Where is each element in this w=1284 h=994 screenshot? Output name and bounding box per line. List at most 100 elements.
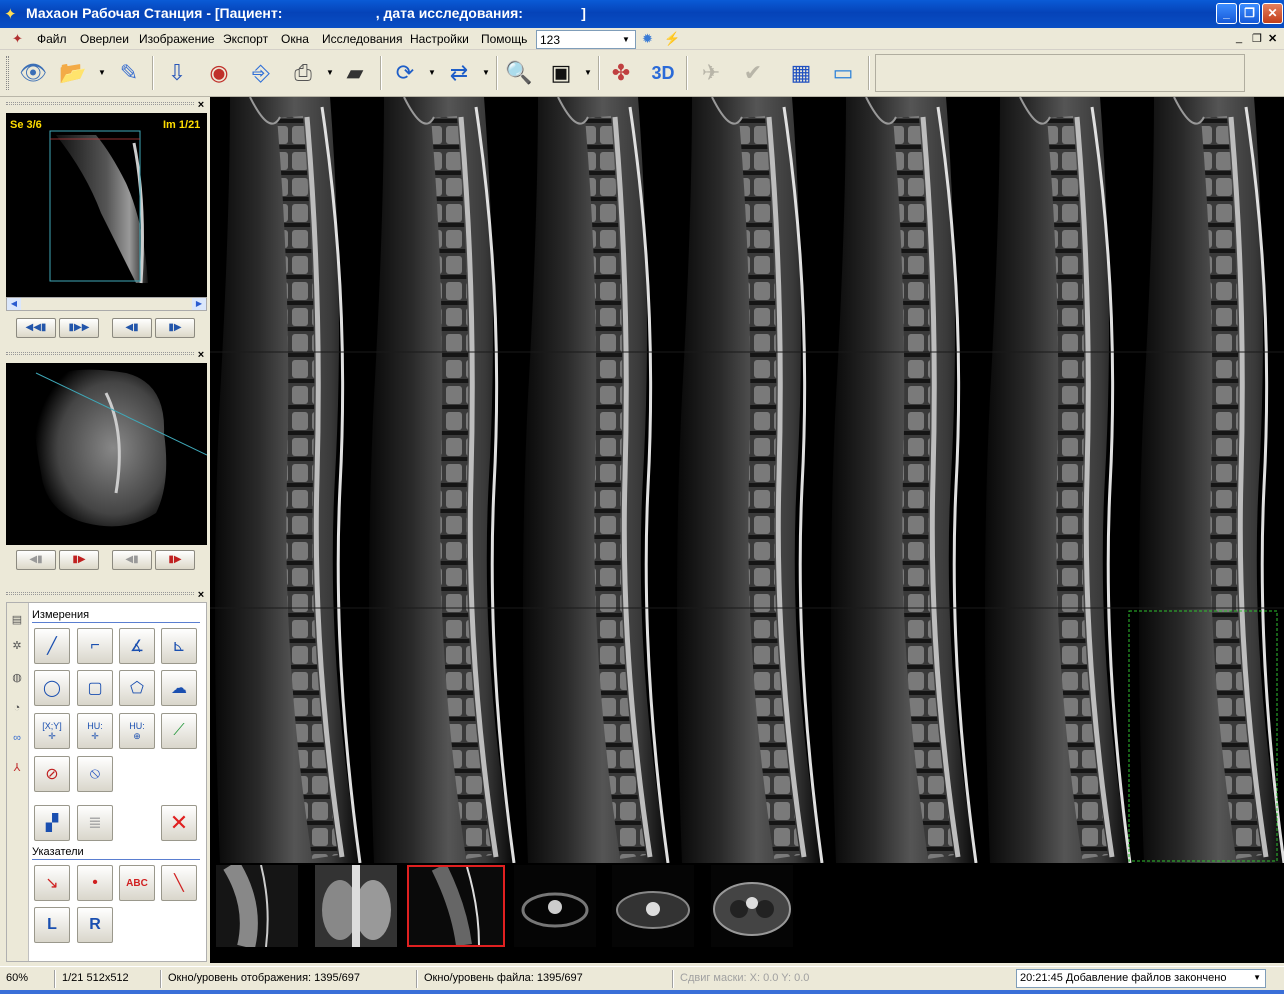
- series-thumb-1[interactable]: [216, 865, 298, 947]
- lightning-icon[interactable]: ⚡: [664, 31, 680, 47]
- calibrate-tool-button[interactable]: ⊘: [34, 756, 70, 792]
- mdi-minimize-button[interactable]: _: [1236, 32, 1242, 44]
- dot-pointer-button[interactable]: •: [77, 865, 113, 901]
- magnifier-icon[interactable]: 🔍: [502, 56, 536, 90]
- gear-icon[interactable]: ✹: [642, 31, 653, 47]
- scroll-left-icon[interactable]: ◀: [7, 298, 21, 310]
- tab-history-icon[interactable]: ◔: [8, 698, 26, 718]
- panel-grip[interactable]: [6, 352, 194, 355]
- toolbar-separator: [686, 56, 688, 90]
- ruler-tool-button[interactable]: ⦸: [77, 756, 113, 792]
- log-combo[interactable]: 20:21:45 Добавление файлов закончено ▼: [1016, 969, 1266, 988]
- polyline-tool-button[interactable]: ⌐: [77, 628, 113, 664]
- xy-point-tool-button[interactable]: [X;Y] ✛: [34, 713, 70, 749]
- polygon-tool-button[interactable]: ⬠: [119, 670, 155, 706]
- 3d-icon[interactable]: 3D: [646, 56, 680, 90]
- panel-grip[interactable]: [6, 592, 194, 595]
- image-viewer[interactable]: [210, 97, 1284, 963]
- prev-image-button[interactable]: ◀▮: [112, 318, 152, 338]
- menu-studies[interactable]: Исследования: [322, 32, 402, 46]
- tab-angle-icon[interactable]: ⅄: [8, 758, 26, 778]
- cobb-angle-tool-button[interactable]: ⊾: [161, 628, 197, 664]
- eye-icon[interactable]: 👁: [16, 56, 50, 90]
- arrow-pointer-button[interactable]: ↘: [34, 865, 70, 901]
- mdi-close-button[interactable]: ✕: [1268, 32, 1277, 45]
- series-thumb-4[interactable]: [514, 865, 596, 947]
- menu-overlays[interactable]: Оверлеи: [80, 32, 129, 46]
- window-icon[interactable]: ▭: [826, 56, 860, 90]
- text-pointer-button[interactable]: ABC: [119, 865, 155, 901]
- scroll-right-icon[interactable]: ▶: [192, 298, 206, 310]
- tab-settings-icon[interactable]: ✲: [8, 636, 26, 656]
- next-image-button[interactable]: ▮▶: [155, 318, 195, 338]
- minimize-button[interactable]: _: [1216, 3, 1237, 24]
- series-thumb-6[interactable]: [711, 865, 793, 947]
- line-tool-button[interactable]: ╱: [34, 628, 70, 664]
- ellipse-tool-button[interactable]: ◯: [34, 670, 70, 706]
- series-thumb-5[interactable]: [612, 865, 694, 947]
- film-dropdown-icon[interactable]: ▼: [584, 68, 592, 77]
- rotate-icon[interactable]: ⟳: [388, 56, 422, 90]
- mdi-restore-button[interactable]: ❐: [1252, 32, 1262, 45]
- cd-icon[interactable]: ◉: [202, 56, 236, 90]
- panel-close-button[interactable]: ×: [196, 590, 206, 601]
- profile-tool-button[interactable]: ⟋: [161, 713, 197, 749]
- status-separator: [672, 970, 674, 988]
- menu-settings[interactable]: Настройки: [410, 32, 469, 46]
- right-marker-button[interactable]: R: [77, 907, 113, 943]
- notes-tool-button[interactable]: ≣: [77, 805, 113, 841]
- loc-prev-image-button[interactable]: ◀▮: [112, 550, 152, 570]
- tab-link-icon[interactable]: ∞: [8, 728, 26, 748]
- rotate-dropdown-icon[interactable]: ▼: [428, 68, 436, 77]
- series-thumb-2[interactable]: [315, 865, 397, 947]
- check-icon[interactable]: ✔: [736, 56, 770, 90]
- panel-grip[interactable]: [6, 102, 194, 105]
- menu-export[interactable]: Экспорт: [223, 32, 268, 46]
- preview-scrollbar[interactable]: ◀ ▶: [6, 297, 207, 311]
- loc-first-button[interactable]: ◀▮: [16, 550, 56, 570]
- angle-tool-button[interactable]: ∡: [119, 628, 155, 664]
- menu-windows[interactable]: Окна: [281, 32, 309, 46]
- tab-film-icon[interactable]: ◍: [8, 668, 26, 688]
- menu-file[interactable]: Файл: [37, 32, 67, 46]
- profile-combo-value: 123: [540, 33, 561, 47]
- flip-icon[interactable]: ⇄: [442, 56, 476, 90]
- eraser-tool-button[interactable]: ▞: [34, 805, 70, 841]
- loc-next-button[interactable]: ▮▶: [59, 550, 99, 570]
- monitor-icon[interactable]: ▦: [784, 56, 818, 90]
- import-icon[interactable]: ⇩: [160, 56, 194, 90]
- maximize-button[interactable]: ❐: [1239, 3, 1260, 24]
- hu-area-tool-button[interactable]: HU: ⊕: [119, 713, 155, 749]
- menu-image[interactable]: Изображение: [139, 32, 215, 46]
- delete-all-button[interactable]: ✕: [161, 805, 197, 841]
- rectangle-tool-button[interactable]: ▢: [77, 670, 113, 706]
- first-series-button[interactable]: ◀◀▮: [16, 318, 56, 338]
- localizer-view[interactable]: [6, 363, 207, 545]
- open-dropdown-icon[interactable]: ▼: [98, 68, 106, 77]
- print-dropdown-icon[interactable]: ▼: [326, 68, 334, 77]
- scanner-icon[interactable]: ▰: [338, 56, 372, 90]
- series-thumb-3-selected[interactable]: [407, 865, 505, 947]
- series-preview[interactable]: Se 3/6 Im 1/21: [6, 113, 207, 297]
- film-icon[interactable]: ▣: [544, 56, 578, 90]
- freehand-tool-button[interactable]: ☁: [161, 670, 197, 706]
- tab-measure-icon[interactable]: ▤: [8, 610, 26, 630]
- mri-mosaic[interactable]: [210, 97, 1284, 863]
- hu-point-tool-button[interactable]: HU: ✛: [77, 713, 113, 749]
- last-series-button[interactable]: ▮▶▶: [59, 318, 99, 338]
- line-pointer-button[interactable]: ╲: [161, 865, 197, 901]
- usb-export-icon[interactable]: ⎆: [244, 56, 278, 90]
- left-marker-button[interactable]: L: [34, 907, 70, 943]
- loc-next-image-button[interactable]: ▮▶: [155, 550, 195, 570]
- panel-close-button[interactable]: ×: [196, 100, 206, 111]
- edit-image-icon[interactable]: ✎: [112, 56, 146, 90]
- open-folder-icon[interactable]: 📂: [56, 56, 90, 90]
- menu-help[interactable]: Помощь: [481, 32, 527, 46]
- hide-icon[interactable]: ✈: [694, 56, 728, 90]
- profile-combo[interactable]: 123 ▼: [536, 30, 636, 49]
- flip-dropdown-icon[interactable]: ▼: [482, 68, 490, 77]
- panel-close-button[interactable]: ×: [196, 350, 206, 361]
- close-button[interactable]: ✕: [1262, 3, 1283, 24]
- print-icon[interactable]: ⎙: [286, 56, 320, 90]
- color-map-icon[interactable]: ✤: [604, 56, 638, 90]
